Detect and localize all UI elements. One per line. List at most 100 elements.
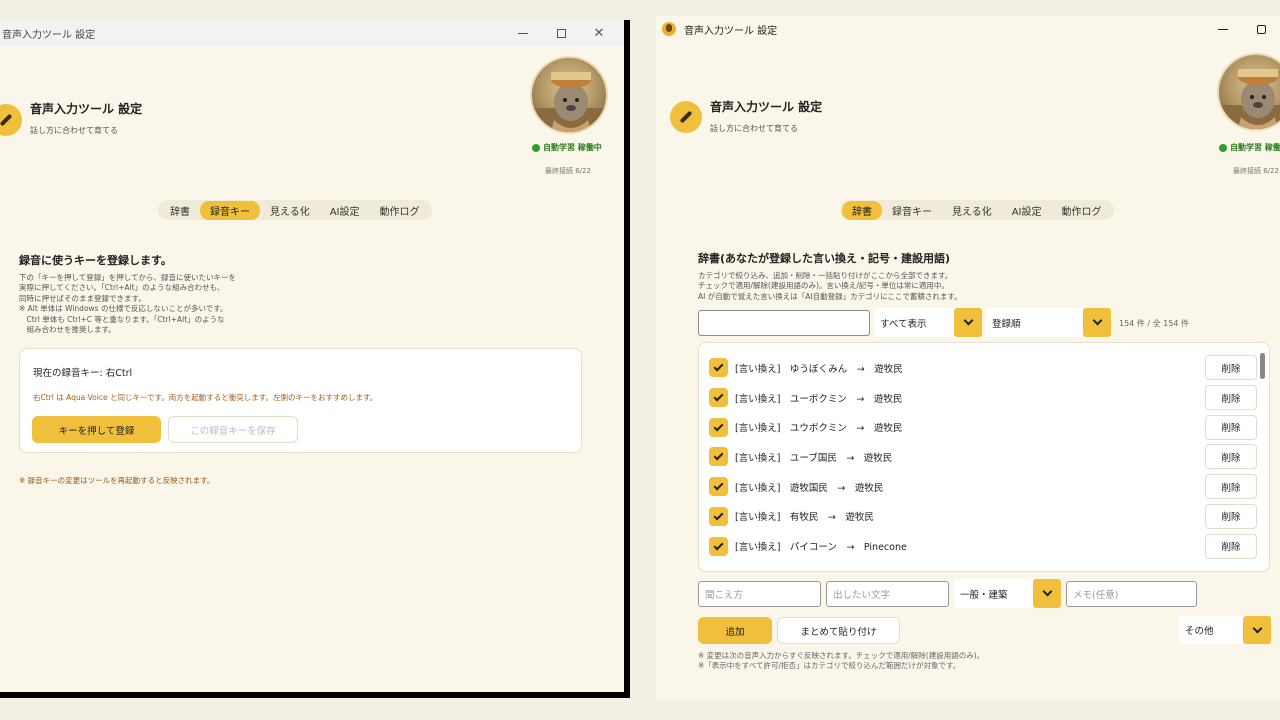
- list-item[interactable]: [言い換え] ユウボクミン → 遊牧民 削除: [699, 412, 1269, 442]
- delete-entry-button[interactable]: 削除: [1205, 355, 1257, 381]
- bulk-paste-button[interactable]: まとめて貼り付け: [777, 617, 900, 644]
- tab-ai-settings[interactable]: AI設定: [1002, 201, 1052, 220]
- desc-line: AI が自動で覚えた言い換えは「AI自動登録」カテゴリにここで蓄積されます。: [698, 291, 962, 301]
- microphone-icon: [670, 101, 702, 133]
- section-title: 辞書(あなたが登録した言い換え・記号・建設用語): [698, 252, 951, 265]
- status-dot-icon: [532, 143, 540, 152]
- desc-line: Ctrl 単体も Ctrl+C 等と重なります。「Ctrl+Alt」のような: [19, 314, 225, 324]
- checkbox-checked-icon[interactable]: [709, 417, 728, 437]
- list-item[interactable]: [言い換え] ゆうぼくみん → 遊牧民 削除: [699, 353, 1269, 383]
- status-badge: 自動学習 稼働中: [532, 142, 602, 153]
- tab-dictionary[interactable]: 辞書: [842, 200, 882, 220]
- search-input[interactable]: [698, 310, 870, 336]
- delete-entry-button[interactable]: 削除: [1205, 414, 1257, 440]
- app-title: 音声入力ツール 設定: [30, 102, 143, 116]
- category-filter-select[interactable]: すべて表示: [874, 308, 982, 337]
- minimize-button[interactable]: [1204, 16, 1242, 42]
- tab-ai-settings[interactable]: AI設定: [320, 201, 370, 220]
- status-dot-icon: [1219, 143, 1227, 152]
- checkbox-checked-icon[interactable]: [709, 477, 728, 497]
- entry-text: [言い換え] ゆうぼくみん → 遊牧民: [735, 363, 903, 375]
- entry-text: [言い換え] ユウボクミン → 遊牧民: [735, 423, 903, 435]
- close-icon: ✕: [593, 25, 605, 41]
- delete-entry-button[interactable]: 削除: [1205, 474, 1257, 500]
- avatar: [530, 56, 608, 134]
- footer-notes: ※ 変更は次の音声入力からすぐ反映されます。チェックで適用/解除(建設用語のみ)…: [698, 651, 984, 671]
- delete-entry-button[interactable]: 削除: [1205, 385, 1257, 411]
- entry-count: 154 件 / 全 154 件: [1119, 319, 1189, 328]
- entry-text: [言い換え] ユーボクミン → 遊牧民: [735, 393, 903, 405]
- chevron-down-icon[interactable]: [1243, 616, 1271, 644]
- category-filter-value: すべて表示: [880, 318, 927, 330]
- checkbox-checked-icon[interactable]: [709, 388, 728, 408]
- current-key-card: 現在の録音キー: 右Ctrl 右Ctrl は Aqua Voice と同じキーで…: [19, 348, 582, 453]
- new-entry-category-value: 一般・建築: [960, 589, 1008, 601]
- left-titlebar: 音声入力ツール 設定 ✕: [0, 20, 624, 46]
- desc-line: 組み合わせを推奨します。: [19, 325, 116, 335]
- press-key-register-button[interactable]: キーを押して登録: [32, 416, 161, 443]
- other-options-value: その他: [1185, 626, 1214, 637]
- left-window-title: 音声入力ツール 設定: [2, 29, 96, 41]
- footer-note-line: ※「表示中をすべて許可/拒否」はカテゴリで絞り込んだ範囲だけが対象です。: [698, 661, 961, 670]
- tab-log[interactable]: 動作ログ: [1052, 201, 1112, 220]
- new-entry-category-select[interactable]: 一般・建築: [954, 579, 1061, 608]
- tab-record-key[interactable]: 録音キー: [200, 200, 260, 220]
- left-settings-window: 音声入力ツール 設定 ✕ 音声入力ツール 設定 話し方に合わせて育てる 自動学習…: [0, 20, 630, 698]
- list-item[interactable]: [言い換え] 有牧民 → 遊牧民 削除: [699, 502, 1269, 532]
- checkbox-checked-icon[interactable]: [709, 358, 728, 378]
- save-record-key-button[interactable]: この録音キーを保存: [168, 416, 298, 443]
- entry-text: [言い換え] ユーブ国民 → 遊牧民: [735, 452, 893, 464]
- sort-order-select[interactable]: 登録順: [986, 308, 1111, 337]
- other-options-select[interactable]: その他: [1179, 616, 1271, 644]
- restart-note: ※ 録音キーの変更はツールを再起動すると反映されます。: [19, 476, 215, 485]
- minimize-button[interactable]: [504, 20, 542, 46]
- minimize-icon: [518, 32, 528, 34]
- right-window-title: 音声入力ツール 設定: [684, 25, 778, 37]
- avatar-illustration: [532, 72, 606, 132]
- desc-line: 同時に押せばそのまま登録できます。: [19, 293, 146, 303]
- last-update: 最終接続 6/22: [545, 167, 591, 175]
- minimize-icon: [1218, 28, 1228, 30]
- maximize-icon: [556, 28, 566, 38]
- app-title: 音声入力ツール 設定: [710, 100, 823, 114]
- entry-text: [言い換え] 有牧民 → 遊牧民: [735, 512, 874, 524]
- avatar: [1217, 53, 1280, 131]
- app-subtitle: 話し方に合わせて育てる: [30, 126, 118, 135]
- chevron-down-icon[interactable]: [954, 308, 982, 337]
- tab-bar: 辞書 録音キー 見える化 AI設定 動作ログ: [840, 200, 1114, 220]
- delete-entry-button[interactable]: 削除: [1205, 444, 1257, 470]
- desc-line: チェックで適用/解除(建設用語のみ)。言い換え/記号・単位は常に適用中。: [698, 281, 949, 291]
- list-item[interactable]: [言い換え] ユーボクミン → 遊牧民 削除: [699, 383, 1269, 413]
- footer-note-line: ※ 変更は次の音声入力からすぐ反映されます。チェックで適用/解除(建設用語のみ)…: [698, 651, 985, 660]
- chevron-down-icon[interactable]: [1083, 308, 1111, 337]
- desc-line: カテゴリで絞り込み、追加・削除・一括貼り付けがここから全部できます。: [698, 271, 953, 280]
- list-item[interactable]: [言い換え] 遊牧国民 → 遊牧民 削除: [699, 472, 1269, 502]
- memo-input[interactable]: メモ(任意): [1066, 581, 1197, 607]
- checkbox-checked-icon[interactable]: [709, 447, 728, 467]
- checkbox-checked-icon[interactable]: [709, 506, 728, 526]
- checkbox-checked-icon[interactable]: [709, 536, 728, 556]
- right-titlebar: 音声入力ツール 設定: [656, 16, 1280, 42]
- avatar-illustration: [1219, 69, 1280, 129]
- tab-record-key[interactable]: 録音キー: [882, 201, 942, 220]
- output-text-input[interactable]: 出したい文字: [826, 581, 949, 607]
- list-item[interactable]: [言い換え] ユーブ国民 → 遊牧民 削除: [699, 442, 1269, 472]
- reading-input[interactable]: 聞こえ方: [698, 581, 821, 607]
- chevron-down-icon[interactable]: [1033, 579, 1061, 608]
- delete-entry-button[interactable]: 削除: [1205, 503, 1257, 529]
- close-button[interactable]: ✕: [580, 20, 618, 46]
- add-entry-button[interactable]: 追加: [698, 617, 772, 644]
- delete-entry-button[interactable]: 削除: [1205, 533, 1257, 559]
- app-subtitle: 話し方に合わせて育てる: [710, 124, 798, 133]
- tab-log[interactable]: 動作ログ: [370, 201, 430, 220]
- desc-line: ※ Alt 単体は Windows の仕様で反応しないことが多いです。: [19, 304, 228, 314]
- desc-line: 実際に押してください。「Ctrl+Alt」のような組み合わせも、: [19, 283, 225, 293]
- maximize-button[interactable]: [542, 20, 580, 46]
- tab-visualize[interactable]: 見える化: [260, 201, 320, 220]
- maximize-button[interactable]: [1242, 16, 1280, 42]
- tab-dictionary[interactable]: 辞書: [160, 201, 200, 220]
- tab-visualize[interactable]: 見える化: [942, 201, 1002, 220]
- list-item[interactable]: [言い換え] パイコーン → Pinecone 削除: [699, 531, 1269, 561]
- status-badge: 自動学習 稼働中: [1219, 142, 1280, 153]
- list-scrollbar[interactable]: [1260, 353, 1265, 379]
